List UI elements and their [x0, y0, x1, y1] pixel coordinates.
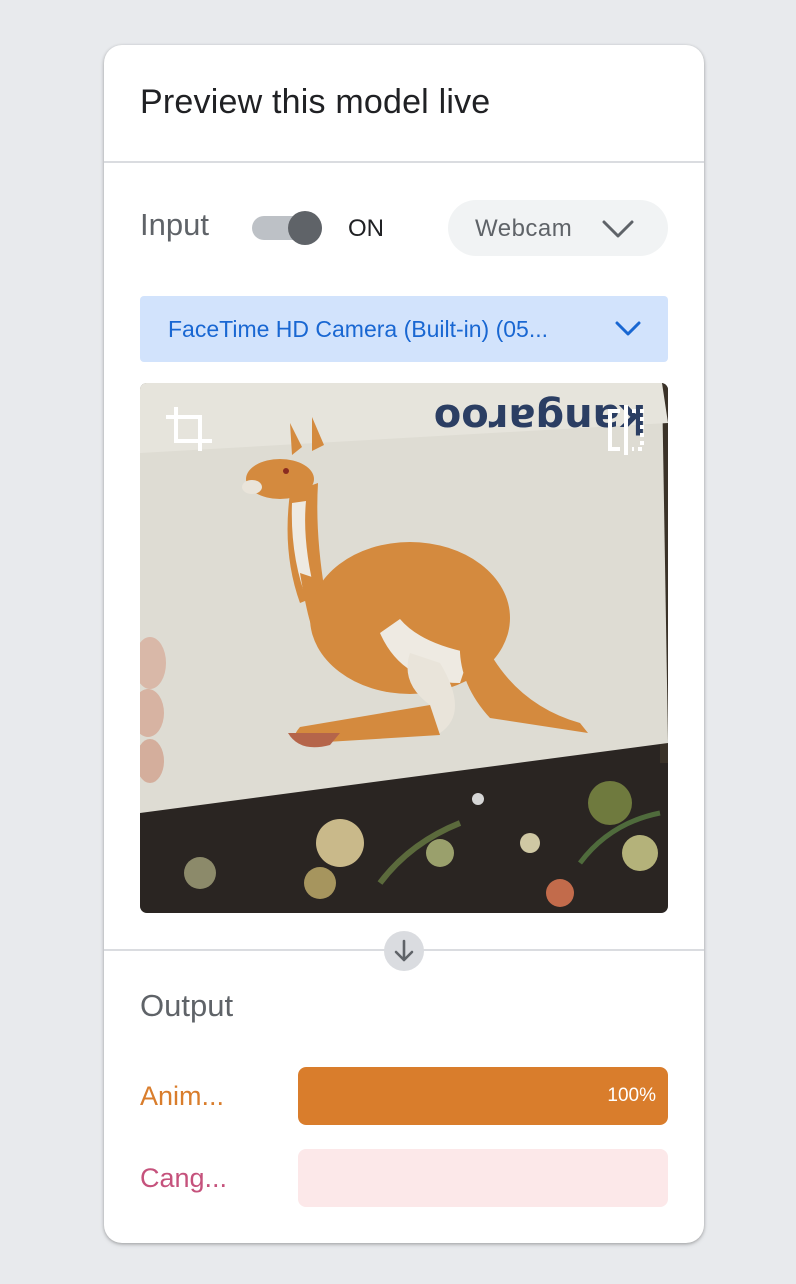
panel-title: Preview this model live — [140, 83, 491, 121]
header-divider — [104, 161, 704, 163]
flip-button[interactable] — [604, 405, 648, 455]
toggle-state-label: ON — [348, 215, 384, 242]
flip-icon — [608, 405, 644, 455]
confidence-bar-cang — [298, 1149, 668, 1207]
class-label-cang: Cang... — [140, 1163, 228, 1193]
webcam-image: kangaroo — [140, 383, 668, 913]
input-source-label: Webcam — [475, 215, 573, 242]
output-label: Output — [140, 988, 234, 1023]
input-toggle[interactable] — [250, 211, 326, 245]
input-source-dropdown[interactable]: Webcam — [448, 200, 668, 256]
input-label: Input — [140, 207, 209, 242]
chevron-down-icon — [615, 321, 641, 336]
preview-panel: Preview this model live Input ON Webcam … — [104, 45, 704, 1243]
camera-dropdown[interactable]: FaceTime HD Camera (Built-in) (05... — [140, 296, 668, 362]
arrow-down-icon — [394, 939, 414, 962]
crop-icon — [166, 407, 212, 451]
webcam-feed: kangaroo — [140, 383, 668, 913]
camera-label: FaceTime HD Camera (Built-in) (05... — [168, 316, 549, 342]
toggle-thumb[interactable] — [288, 211, 322, 245]
crop-button[interactable] — [164, 405, 214, 455]
chevron-down-icon — [602, 220, 634, 238]
confidence-bar-animal: 100% — [298, 1067, 668, 1125]
flow-arrow — [384, 931, 424, 971]
class-label-animal: Anim... — [140, 1081, 225, 1111]
confidence-value-animal: 100% — [607, 1085, 656, 1106]
